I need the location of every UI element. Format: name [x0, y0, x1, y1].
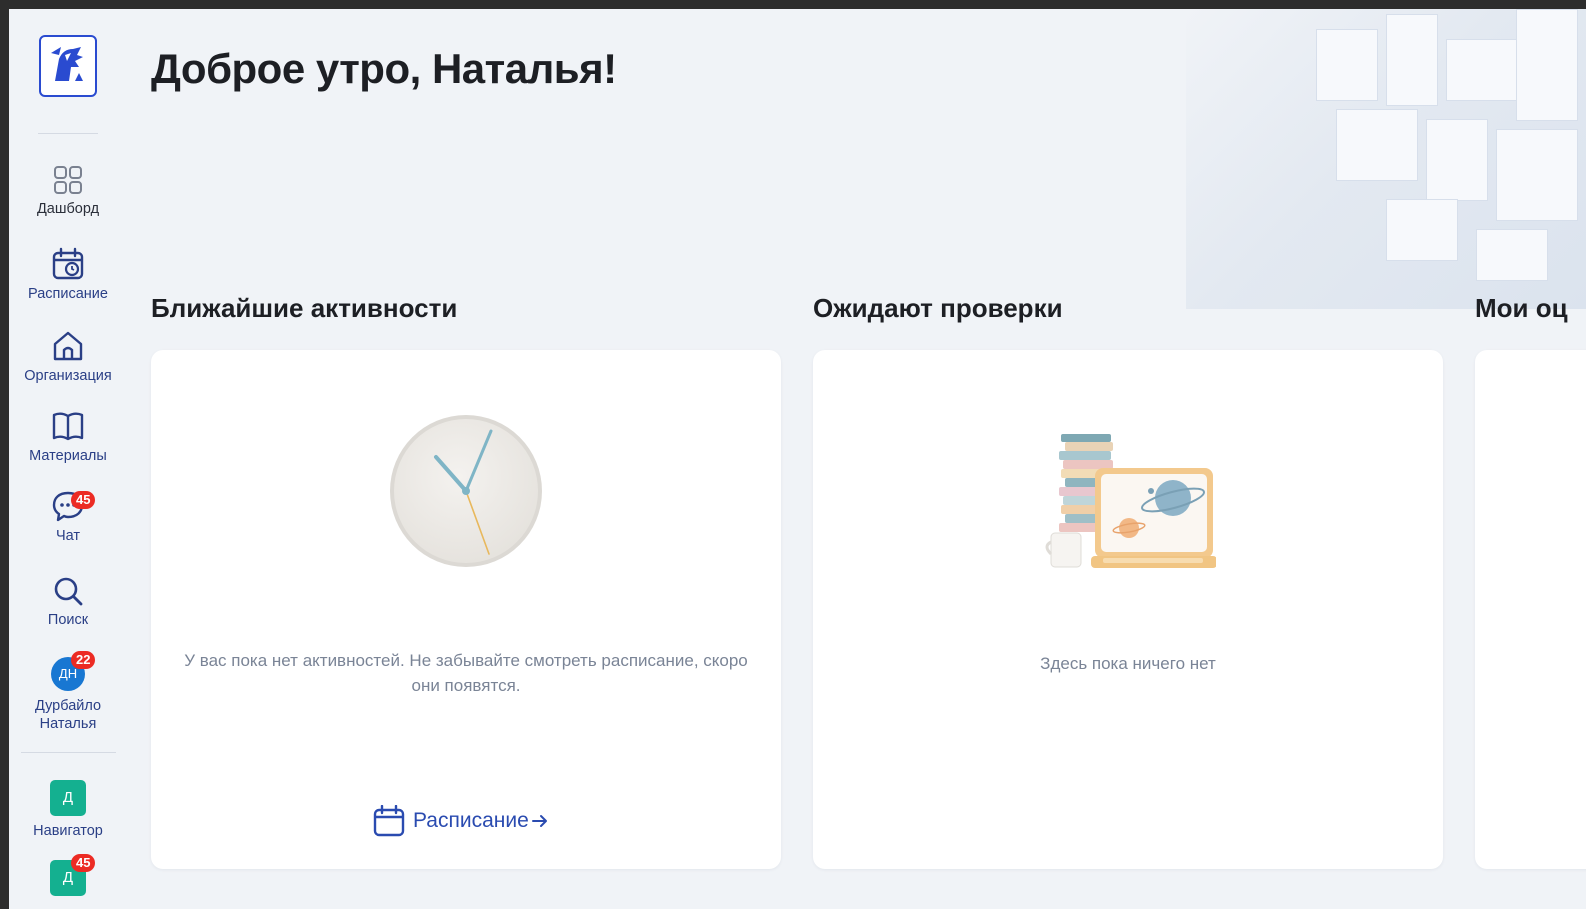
grid-icon [54, 166, 82, 194]
sidebar-item-organization[interactable]: Организация [9, 329, 127, 385]
arrow-right-icon [531, 815, 547, 827]
page-title: Доброе утро, Наталья! [151, 45, 617, 92]
user-name-first: Дурбайло [34, 698, 102, 714]
search-icon [54, 577, 83, 606]
sidebar-item-dashboard[interactable]: Дашборд [9, 164, 127, 218]
org-label: Навигатор [33, 823, 103, 839]
clock-illustration [390, 415, 542, 567]
books-laptop-illustration [1045, 434, 1216, 568]
hero-city-illustration [1186, 9, 1586, 309]
sidebar-item-label: Расписание [28, 286, 108, 302]
review-card: Здесь пока ничего нет [813, 350, 1443, 869]
knight-logo-icon [51, 47, 83, 81]
user-name-second: Наталья [39, 716, 97, 732]
schedule-link[interactable]: Расписание [373, 804, 549, 838]
book-icon [52, 412, 84, 441]
sidebar-item-label: Поиск [47, 612, 89, 628]
sidebar-item-label: Материалы [29, 448, 107, 464]
activities-empty-text: У вас пока нет активностей. Не забывайте… [184, 651, 748, 695]
sidebar-divider [38, 133, 98, 134]
home-icon [53, 331, 83, 361]
sidebar-divider [21, 752, 116, 753]
section-title-activities: Ближайшие активности [151, 293, 458, 323]
section-title-grades: Мои оц [1475, 293, 1568, 323]
sidebar-item-profile[interactable]: ДН 22 Дурбайло Наталья [9, 651, 127, 733]
section-title-review: Ожидают проверки [813, 293, 1063, 323]
sidebar-org-navigator[interactable]: Д Навигатор [9, 780, 127, 840]
app-window: Дашборд Расписание Организация Материалы… [9, 9, 1586, 909]
org-avatar: Д [50, 780, 86, 816]
calendar-icon [373, 805, 405, 837]
sidebar-item-search[interactable]: Поиск [9, 575, 127, 629]
app-logo[interactable] [39, 35, 97, 97]
sidebar: Дашборд Расписание Организация Материалы… [9, 9, 127, 909]
sidebar-item-label: Дашборд [36, 201, 100, 217]
sidebar-org-second[interactable]: Д 45 [9, 854, 127, 896]
sidebar-item-label: Чат [55, 528, 81, 544]
sidebar-item-chat[interactable]: 45 Чат [9, 489, 127, 545]
sidebar-item-label: Организация [24, 368, 112, 384]
sidebar-item-materials[interactable]: Материалы [9, 409, 127, 465]
schedule-link-label: Расписание [413, 809, 529, 832]
chat-badge: 45 [71, 491, 96, 509]
grades-card [1475, 350, 1586, 869]
review-empty-text: Здесь пока ничего нет [1040, 654, 1216, 673]
user-name: Дурбайло Наталья [9, 697, 127, 733]
calendar-clock-icon [52, 247, 84, 280]
sidebar-item-schedule[interactable]: Расписание [9, 247, 127, 303]
activities-card: У вас пока нет активностей. Не забывайте… [151, 350, 781, 869]
profile-badge: 22 [71, 651, 96, 669]
org-badge: 45 [71, 854, 96, 872]
